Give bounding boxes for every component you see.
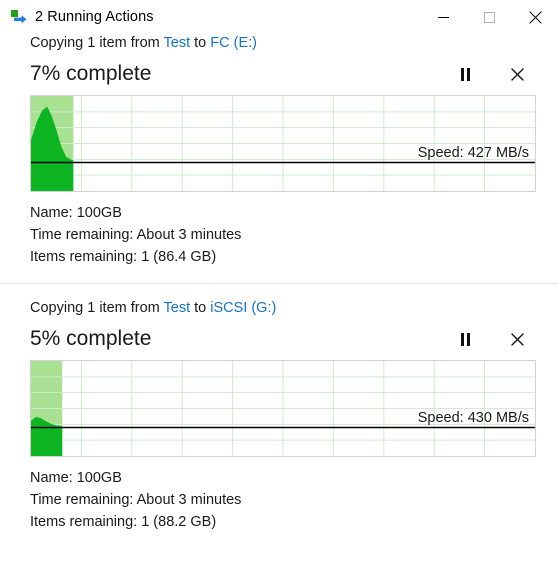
pause-button-2[interactable] bbox=[452, 326, 478, 352]
window-titlebar: 2 Running Actions bbox=[0, 0, 558, 34]
copy-description-2: Copying 1 item from Test to iSCSI (G:) bbox=[30, 299, 536, 317]
percent-complete-1: 7% complete bbox=[30, 62, 152, 85]
items-remaining-row-1: Items remaining: 1 (86.4 GB) bbox=[30, 249, 217, 265]
transfer-section-2: Copying 1 item from Test to iSCSI (G:) 5… bbox=[0, 284, 558, 533]
cancel-icon bbox=[510, 332, 524, 346]
copy-description-1: Copying 1 item from Test to FC (E:) bbox=[30, 34, 536, 52]
speed-label-1: Speed: 427 MB/s bbox=[417, 145, 529, 161]
copy-middle-2: to bbox=[190, 300, 211, 316]
window-controls bbox=[420, 0, 558, 34]
cancel-icon bbox=[510, 67, 524, 81]
progress-header-2: 5% complete bbox=[30, 324, 536, 354]
copy-prefix-1: Copying 1 item from bbox=[30, 35, 164, 51]
pause-icon bbox=[460, 332, 470, 346]
transfer-section-1: Copying 1 item from Test to FC (E:) 7% c… bbox=[0, 34, 558, 268]
source-link-1[interactable]: Test bbox=[164, 35, 191, 51]
progress-header-1: 7% complete bbox=[30, 59, 536, 89]
copy-prefix-2: Copying 1 item from bbox=[30, 300, 164, 316]
destination-link-2[interactable]: iSCSI (G:) bbox=[210, 300, 276, 316]
name-row-1: Name: 100GB bbox=[30, 205, 122, 221]
name-row-2: Name: 100GB bbox=[30, 470, 122, 486]
close-icon bbox=[528, 10, 542, 24]
percent-complete-2: 5% complete bbox=[30, 327, 152, 350]
cancel-button-1[interactable] bbox=[504, 61, 530, 87]
transfer-details-1: Name: 100GB Time remaining: About 3 minu… bbox=[30, 202, 536, 268]
speed-graph-2: Speed: 430 MB/s bbox=[30, 360, 536, 457]
speed-graph-svg-1 bbox=[31, 96, 535, 191]
speed-graph-svg-2 bbox=[31, 361, 535, 456]
source-link-2[interactable]: Test bbox=[164, 300, 191, 316]
copy-arrow-icon bbox=[11, 9, 27, 25]
maximize-button[interactable] bbox=[466, 0, 512, 34]
minimize-button[interactable] bbox=[420, 0, 466, 34]
destination-link-1[interactable]: FC (E:) bbox=[210, 35, 257, 51]
speed-label-2: Speed: 430 MB/s bbox=[417, 410, 529, 426]
transfer-actions-2 bbox=[452, 326, 536, 352]
minimize-icon bbox=[437, 16, 449, 18]
maximize-icon bbox=[483, 11, 495, 23]
pause-icon bbox=[460, 67, 470, 81]
window-title: 2 Running Actions bbox=[35, 9, 154, 25]
close-button[interactable] bbox=[512, 0, 558, 34]
pause-button-1[interactable] bbox=[452, 61, 478, 87]
cancel-button-2[interactable] bbox=[504, 326, 530, 352]
transfer-details-2: Name: 100GB Time remaining: About 3 minu… bbox=[30, 467, 536, 533]
time-remaining-row-1: Time remaining: About 3 minutes bbox=[30, 227, 242, 243]
copy-middle-1: to bbox=[190, 35, 211, 51]
transfer-actions-1 bbox=[452, 61, 536, 87]
items-remaining-row-2: Items remaining: 1 (88.2 GB) bbox=[30, 514, 217, 530]
speed-graph-1: Speed: 427 MB/s bbox=[30, 95, 536, 192]
time-remaining-row-2: Time remaining: About 3 minutes bbox=[30, 492, 242, 508]
